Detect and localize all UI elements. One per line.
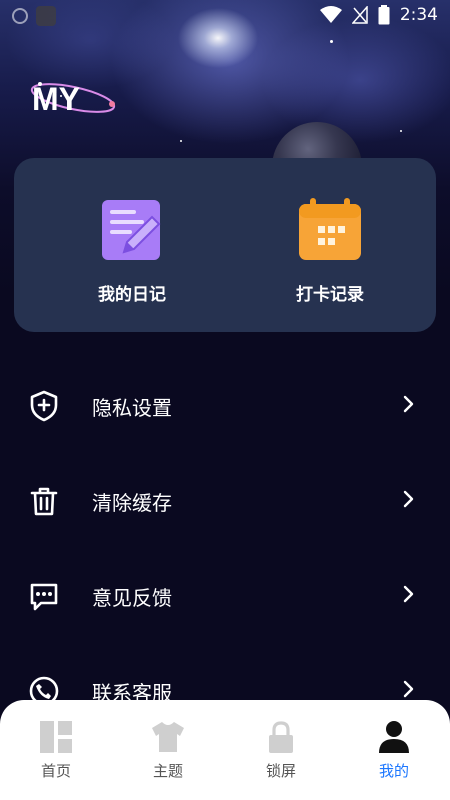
chevron-right-icon — [403, 490, 414, 508]
app-logo: MY — [30, 81, 116, 117]
menu-item-privacy-settings[interactable]: 隐私设置 — [0, 374, 450, 434]
tab-theme[interactable]: 主题 — [123, 720, 213, 781]
star-dot — [400, 130, 402, 132]
quick-actions-card: 我的日记 打卡记录 — [14, 158, 436, 332]
battery-icon — [378, 5, 390, 25]
tab-label: 锁屏 — [265, 762, 296, 780]
star-dot — [180, 140, 182, 142]
chevron-right-icon — [403, 395, 414, 413]
person-icon — [379, 721, 409, 753]
star-dot — [330, 40, 333, 43]
status-left — [12, 6, 56, 26]
status-time: 2:34 — [399, 5, 438, 25]
tab-label: 首页 — [40, 762, 71, 780]
my-diary-button[interactable]: 我的日记 — [72, 198, 192, 305]
signal-off-icon — [351, 6, 368, 24]
tab-label: 我的 — [378, 762, 409, 780]
chevron-right-icon — [403, 680, 414, 698]
tab-home[interactable]: 首页 — [11, 720, 101, 781]
chevron-right-icon — [403, 585, 414, 603]
menu-item-clear-cache[interactable]: 清除缓存 — [0, 469, 450, 529]
trash-icon — [30, 487, 58, 516]
tab-label: 主题 — [152, 762, 183, 780]
profile-screen: 2:34 MY 我的日记 打卡记录 隐私设置 清除缓存 意见反馈 联系客服 首页… — [0, 0, 450, 800]
menu-item-label: 意见反馈 — [92, 586, 172, 610]
shirt-icon — [152, 722, 184, 752]
menu-item-label: 隐私设置 — [92, 396, 172, 420]
lock-icon — [269, 721, 293, 753]
logo-text: MY — [32, 81, 80, 117]
chat-dots-icon — [30, 583, 58, 611]
menu-item-feedback[interactable]: 意见反馈 — [0, 564, 450, 624]
tab-mine[interactable]: 我的 — [349, 720, 439, 781]
status-bar: 2:34 — [0, 0, 450, 30]
home-grid-icon — [40, 721, 72, 753]
check-in-records-label: 打卡记录 — [296, 285, 364, 305]
status-right: 2:34 — [319, 5, 438, 25]
my-diary-label: 我的日记 — [98, 285, 166, 305]
app-notification-icon — [36, 6, 56, 26]
tab-lock-screen[interactable]: 锁屏 — [236, 720, 326, 781]
menu-item-label: 清除缓存 — [92, 491, 172, 515]
shield-plus-icon — [30, 390, 58, 422]
calendar-icon — [299, 198, 361, 260]
notification-icon — [12, 8, 28, 24]
bottom-tab-bar: 首页 主题 锁屏 我的 — [0, 700, 450, 800]
diary-icon — [102, 200, 161, 260]
wifi-icon — [319, 6, 342, 23]
check-in-records-button[interactable]: 打卡记录 — [270, 198, 390, 305]
